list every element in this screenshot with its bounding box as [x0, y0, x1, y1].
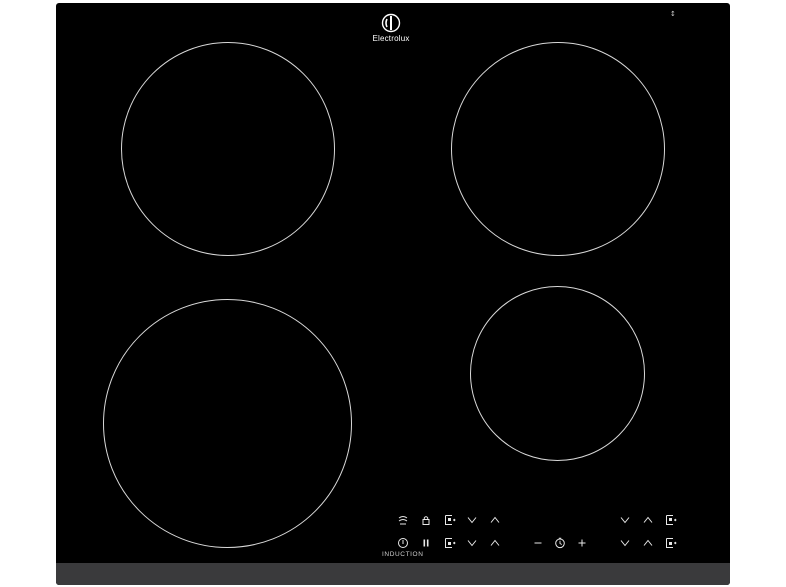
power-up-button-left-bottom[interactable]: [488, 536, 502, 550]
induction-label: INDUCTION: [382, 551, 424, 558]
cooktop-front-trim: [56, 563, 730, 585]
chevron-up-icon: [490, 516, 500, 523]
bridge-button[interactable]: [396, 513, 410, 527]
lock-icon: [422, 516, 430, 525]
power-up-button-left-top[interactable]: [488, 513, 502, 527]
chevron-up-icon: [643, 516, 653, 523]
chevron-down-icon: [620, 517, 630, 524]
timer-zone-icon: [666, 515, 677, 525]
zone-timer-button-right-bottom[interactable]: [664, 536, 678, 550]
lock-button[interactable]: [419, 513, 433, 527]
timer-zone-icon: [445, 538, 456, 548]
bridge-icon: [398, 516, 408, 525]
zone-timer-button-right-top[interactable]: [664, 513, 678, 527]
cooking-zone-front-right: [470, 286, 645, 461]
power-up-button-right-bottom[interactable]: [641, 536, 655, 550]
cooking-zone-rear-left: [121, 42, 335, 256]
cooking-zone-rear-right: [451, 42, 665, 256]
cooking-zone-front-left: [103, 299, 352, 548]
power-down-button-right-top[interactable]: [618, 513, 632, 527]
minus-icon: [534, 542, 542, 544]
plus-icon: [578, 539, 586, 547]
power-icon: [398, 538, 408, 548]
chevron-up-icon: [643, 539, 653, 546]
pause-icon: [423, 539, 429, 547]
chevron-down-icon: [467, 517, 477, 524]
brand-logo: Electrolux: [340, 13, 442, 43]
chevron-down-icon: [467, 540, 477, 547]
clock-icon: [555, 537, 565, 549]
chevron-down-icon: [620, 540, 630, 547]
timer-zone-icon: [445, 515, 456, 525]
zone-timer-button-left-top[interactable]: [443, 513, 457, 527]
electrolux-logo-icon: [381, 13, 401, 33]
brand-name: Electrolux: [372, 34, 410, 43]
chevron-up-icon: [490, 539, 500, 546]
power-button[interactable]: [396, 536, 410, 550]
corner-symbol: ↕: [670, 10, 676, 18]
power-down-button-right-bottom[interactable]: [618, 536, 632, 550]
timer-button[interactable]: [553, 536, 567, 550]
power-up-button-right-top[interactable]: [641, 513, 655, 527]
timer-plus-button[interactable]: [575, 536, 589, 550]
power-down-button-left-bottom[interactable]: [465, 536, 479, 550]
timer-zone-icon: [666, 538, 677, 548]
timer-minus-button[interactable]: [531, 536, 545, 550]
power-down-button-left-top[interactable]: [465, 513, 479, 527]
zone-timer-button-left-bottom[interactable]: [443, 536, 457, 550]
pause-button[interactable]: [419, 536, 433, 550]
